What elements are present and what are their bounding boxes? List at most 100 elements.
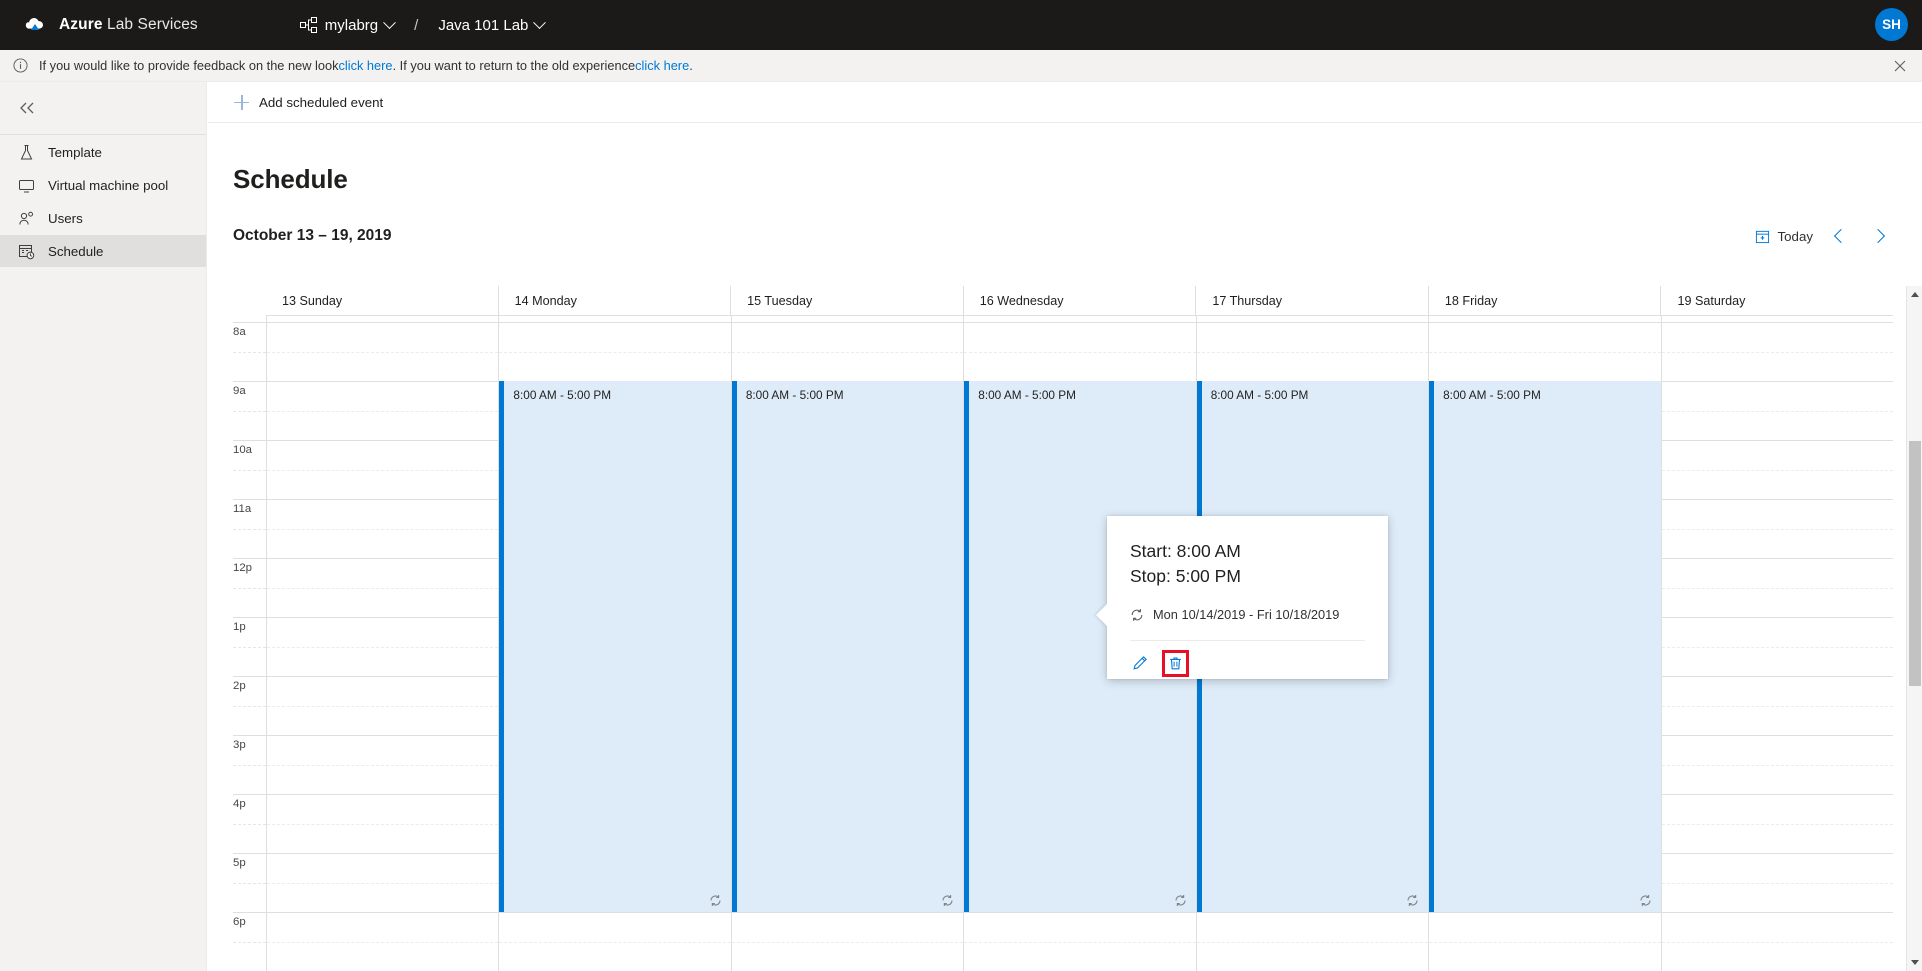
delete-event-button[interactable] [1162,650,1189,677]
sidebar: Template Virtual machine pool Users Sche… [0,82,207,971]
popup-recurrence-text: Mon 10/14/2019 - Fri 10/18/2019 [1153,607,1339,622]
breadcrumb-lab-label: Java 101 Lab [438,17,528,34]
calendar-cell[interactable] [1662,912,1893,971]
scroll-down-button[interactable] [1907,954,1922,971]
calendar-cell[interactable] [267,499,498,558]
calendar-cell[interactable] [1662,794,1893,853]
calendar-cell[interactable] [1662,558,1893,617]
notice-link-old-experience[interactable]: click here [635,58,689,73]
day-header: 17 Thursday [1195,286,1428,315]
day-header: 16 Wednesday [963,286,1196,315]
calendar-cell[interactable] [499,322,730,381]
calendar-cell[interactable] [732,322,963,381]
sidebar-item-label: Template [48,145,102,160]
calendar-cell[interactable] [1662,322,1893,381]
main-content: Add scheduled event Schedule October 13 … [208,82,1922,971]
scheduled-event[interactable]: 8:00 AM - 5:00 PM [499,381,730,912]
time-slot: 2p [233,676,266,735]
time-label: 11a [233,503,251,515]
sidebar-collapse-button[interactable] [0,82,206,134]
calendar-cell[interactable] [1197,322,1428,381]
calendar-cell[interactable] [1662,735,1893,794]
chevron-left-icon [1834,229,1848,243]
scheduled-event-label: 8:00 AM - 5:00 PM [1434,381,1660,402]
avatar[interactable]: SH [1875,8,1908,41]
sidebar-item-schedule[interactable]: Schedule [0,235,206,267]
vertical-scrollbar[interactable] [1906,286,1922,971]
recurrence-icon [1639,894,1652,907]
breadcrumb-lab[interactable]: Java 101 Lab [432,13,550,38]
time-label: 9a [233,385,246,397]
calendar-cell[interactable] [267,322,498,381]
calendar-cell[interactable] [267,558,498,617]
notice-text-1: If you would like to provide feedback on… [39,58,339,73]
previous-week-button[interactable] [1825,221,1857,251]
chevron-down-icon [534,16,547,29]
recurrence-icon [1174,894,1187,907]
calendar-cell[interactable] [1662,853,1893,912]
calendar-cell[interactable] [1662,617,1893,676]
add-scheduled-event-button[interactable]: Add scheduled event [228,90,389,115]
calendar-cell[interactable] [1197,912,1428,971]
calendar-cell[interactable] [267,912,498,971]
calendar-cell[interactable] [267,381,498,440]
time-label: 3p [233,739,246,751]
calendar-cell[interactable] [1662,499,1893,558]
close-icon[interactable] [1891,57,1909,75]
calendar-cell[interactable] [1662,381,1893,440]
calendar-cell[interactable] [267,676,498,735]
popup-stop-time: Stop: 5:00 PM [1107,564,1388,589]
recurrence-icon [1406,894,1419,907]
calendar-scroll-area[interactable]: 7a8a9a10a11a12p1p2p3p4p5p6p 8:00 AM - 5:… [233,316,1893,971]
day-column-friday[interactable]: 8:00 AM - 5:00 PM [1428,316,1660,971]
time-slot: 3p [233,735,266,794]
time-slot: 4p [233,794,266,853]
chevron-right-icon [1871,229,1885,243]
calendar-clock-icon [18,243,35,260]
popup-actions [1107,650,1388,677]
scroll-up-button[interactable] [1907,286,1922,303]
brand[interactable]: Azure Lab Services [22,15,198,35]
scroll-up-arrow [1911,292,1919,297]
calendar-cell[interactable] [1662,440,1893,499]
calendar-cell[interactable] [499,912,730,971]
calendar-cell[interactable] [1429,322,1660,381]
calendar-cell[interactable] [1429,912,1660,971]
sidebar-item-template[interactable]: Template [0,136,206,168]
breadcrumb-resource-group[interactable]: mylabrg [294,13,400,38]
scheduled-event[interactable]: 8:00 AM - 5:00 PM [732,381,963,912]
sidebar-divider [0,134,206,135]
popup-divider [1130,640,1365,641]
popup-start-time: Start: 8:00 AM [1107,516,1388,564]
calendar-cell[interactable] [964,912,1195,971]
azure-cloud-icon [22,15,48,35]
calendar-cell[interactable] [267,735,498,794]
calendar-controls: Today [1748,221,1894,251]
calendar-cell[interactable] [964,322,1195,381]
next-week-button[interactable] [1862,221,1894,251]
plus-icon [234,95,249,110]
day-column-tuesday[interactable]: 8:00 AM - 5:00 PM [731,316,963,971]
calendar-cell[interactable] [267,440,498,499]
sidebar-item-users[interactable]: Users [0,202,206,234]
scheduled-event[interactable]: 8:00 AM - 5:00 PM [1429,381,1660,912]
calendar-cell[interactable] [267,794,498,853]
event-details-popup[interactable]: Start: 8:00 AM Stop: 5:00 PM Mon 10/14/2… [1107,516,1388,679]
calendar-cell[interactable] [267,853,498,912]
edit-event-button[interactable] [1127,650,1154,677]
time-slot: 10a [233,440,266,499]
scheduled-event-label: 8:00 AM - 5:00 PM [1202,381,1428,402]
day-column-sunday[interactable] [266,316,498,971]
double-chevron-left-icon [18,101,38,115]
sidebar-item-virtual-machine-pool[interactable]: Virtual machine pool [0,169,206,201]
calendar-cell[interactable] [1662,676,1893,735]
day-column-monday[interactable]: 8:00 AM - 5:00 PM [498,316,730,971]
calendar-cell[interactable] [732,912,963,971]
today-button[interactable]: Today [1748,224,1820,249]
day-column-saturday[interactable] [1661,316,1893,971]
scrollbar-thumb[interactable] [1909,441,1921,686]
calendar-cell[interactable] [267,617,498,676]
notice-link-feedback[interactable]: click here [339,58,393,73]
trash-icon [1168,656,1183,671]
calendar-time-grid: 7a8a9a10a11a12p1p2p3p4p5p6p 8:00 AM - 5:… [233,316,1893,971]
